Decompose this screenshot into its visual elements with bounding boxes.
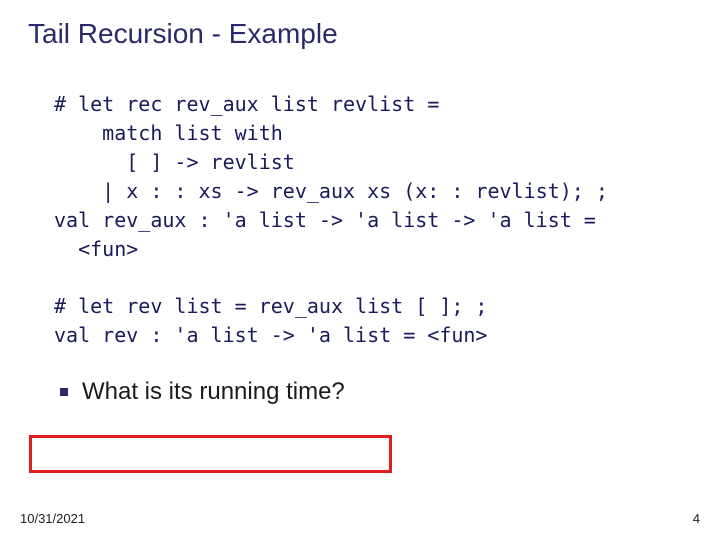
footer-date: 10/31/2021 — [20, 511, 85, 526]
page-title: Tail Recursion - Example — [28, 18, 692, 50]
footer: 10/31/2021 4 — [20, 511, 700, 526]
slide: Tail Recursion - Example # let rec rev_a… — [0, 0, 720, 540]
square-bullet-icon — [60, 388, 68, 396]
bullet-row: What is its running time? — [60, 378, 692, 406]
question-text: What is its running time? — [82, 378, 345, 406]
highlight-box — [29, 435, 392, 473]
code-block-rev-aux: # let rec rev_aux list revlist = match l… — [54, 90, 692, 264]
footer-page-number: 4 — [693, 511, 700, 526]
code-block-rev: # let rev list = rev_aux list [ ]; ; val… — [54, 292, 692, 350]
